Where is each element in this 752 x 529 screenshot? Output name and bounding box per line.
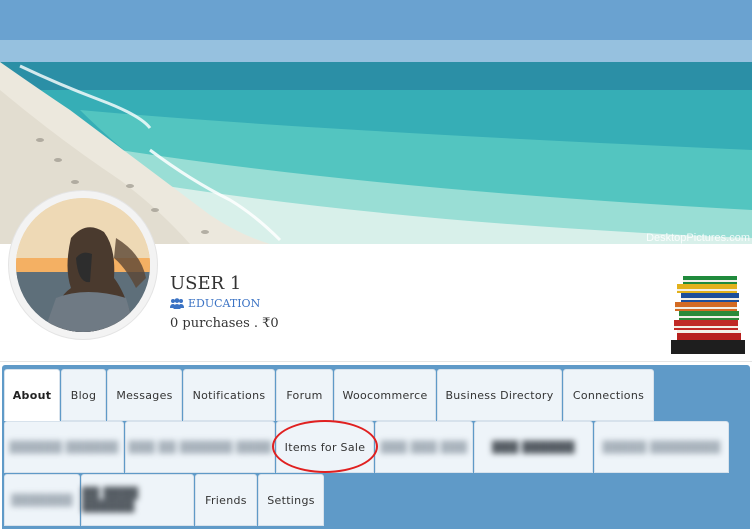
books-image [671, 276, 745, 354]
tab-forum[interactable]: Forum [276, 369, 333, 421]
tab-redacted-1[interactable]: ██████ ██████ [4, 421, 124, 473]
cover-watermark: DesktopPictures.com [646, 232, 750, 244]
group-icon [170, 298, 184, 309]
purchase-summary: 0 purchases . ₹0 [170, 316, 279, 331]
tab-messages[interactable]: Messages [107, 369, 182, 421]
tab-notifications[interactable]: Notifications [183, 369, 275, 421]
tab-blog[interactable]: Blog [61, 369, 106, 421]
tab-woocommerce[interactable]: Woocommerce [334, 369, 436, 421]
member-type-label: EDUCATION [188, 297, 261, 310]
member-type-link[interactable]: EDUCATION [170, 297, 260, 310]
avatar[interactable] [16, 198, 150, 332]
tab-redacted-6[interactable]: ███████ [4, 474, 80, 526]
tab-redacted-5[interactable]: █████ ████████ [594, 421, 729, 473]
tab-redacted-3[interactable]: ███ ███ ███ [375, 421, 473, 473]
tab-settings[interactable]: Settings [258, 474, 324, 526]
tab-friends[interactable]: Friends [195, 474, 257, 526]
tab-redacted-7[interactable]: ██ ████ ██████ [81, 474, 194, 526]
avatar-photo [16, 198, 150, 332]
tab-items-for-sale[interactable]: Items for Sale [276, 421, 374, 473]
user-name: USER 1 [170, 273, 242, 294]
tab-about[interactable]: About [4, 369, 60, 421]
tab-redacted-4[interactable]: ███ ██████ [474, 421, 593, 473]
tab-business-directory[interactable]: Business Directory [437, 369, 562, 421]
tab-connections[interactable]: Connections [563, 369, 654, 421]
tab-redacted-2[interactable]: ███ ██ ██████ ████ [125, 421, 275, 473]
